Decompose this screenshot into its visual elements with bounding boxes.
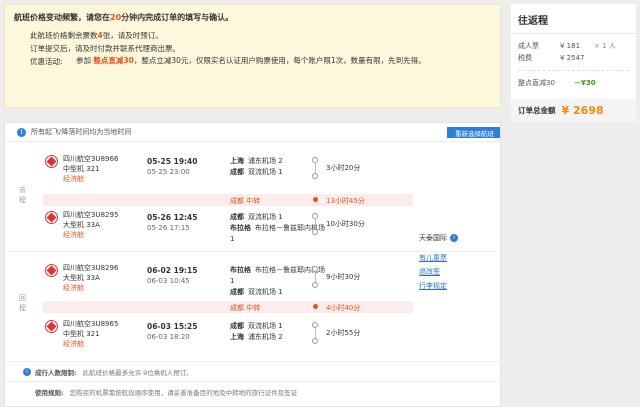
- transfer-dot-icon: [313, 197, 318, 202]
- payment-line: 订单提交后，请及时付款并联系代理商出票。: [30, 44, 180, 53]
- airline-flight-no: 四川航空3U8295: [63, 211, 119, 219]
- airline-flight-no: 四川航空3U8965: [63, 320, 119, 328]
- return-label: 回程: [19, 294, 26, 312]
- departure-time: 06-02 19:15: [147, 266, 198, 275]
- sichuan-airlines-logo-icon: [45, 155, 58, 168]
- info-icon: i: [23, 367, 31, 376]
- promo-highlight: 整点直减30: [93, 56, 134, 65]
- tax-row: 税费 ¥ 2547: [518, 54, 585, 62]
- route-icon: [312, 266, 318, 288]
- cabin-class: 经济舱: [63, 231, 84, 239]
- departure-time: 05-25 19:40: [147, 157, 198, 166]
- departure-time: 05-26 12:45: [147, 213, 198, 222]
- flight-segment: 四川航空3U8295 大型机 33A 经济舱 05-26 12:45 05-26…: [43, 206, 403, 244]
- summary-title: 往返程: [511, 4, 636, 34]
- notice-heading: 航班价格变动频繁，请您在20分钟内完成订单的填写与确认。: [14, 13, 234, 22]
- summary-divider: [518, 70, 629, 71]
- order-summary: 往返程 成人票 ¥ 181 × 1 人 税费 ¥ 2547 整点直减30 －¥3…: [511, 4, 636, 122]
- airline-flight-no: 四川航空3U8296: [63, 264, 119, 272]
- cabin-class: 经济舱: [63, 284, 84, 292]
- agent-info-icon[interactable]: i: [450, 234, 458, 242]
- agent-links: 天泰国际 i 有儿童票 退改签 行李规定: [419, 233, 458, 293]
- flight-duration: 10小时30分: [326, 220, 365, 228]
- remaining-tickets-line: 此航班价格剩余票数 4 张，请及时预订。: [30, 31, 163, 40]
- passenger-limit-row: i 成行人数限制: 此航班价格最多允许 9位乘机人预订。: [5, 361, 502, 381]
- transfer-dot-icon: [313, 304, 318, 309]
- sichuan-airlines-logo-icon: [45, 264, 58, 277]
- transfer-row: 成都 中转 4小时40分: [43, 301, 413, 313]
- arrival-time: 05-26 17:15: [147, 224, 190, 232]
- arrival-airport: 成都 双流机场 1: [230, 288, 283, 296]
- route-icon: [312, 157, 318, 179]
- route-icon: [312, 322, 318, 344]
- sichuan-airlines-logo-icon: [45, 320, 58, 333]
- cabin-class: 经济舱: [63, 175, 84, 183]
- transfer-city: 成都 中转: [230, 304, 261, 312]
- route-icon: [312, 213, 318, 235]
- timezone-note: ! 所有起飞/降落时间均为当地时间: [5, 123, 500, 142]
- airline-flight-no: 四川航空3U8966: [63, 155, 119, 163]
- transfer-city: 成都 中转: [230, 197, 261, 205]
- aircraft-type: 大型机 33A: [63, 221, 100, 229]
- aircraft-type: 中型机 321: [63, 330, 100, 338]
- baggage-rules-link[interactable]: 行李规定: [419, 279, 458, 293]
- total-amount: ¥ 2698: [561, 104, 604, 117]
- order-total: 订单总金额 ¥ 2698: [511, 99, 636, 122]
- flight-segment: 四川航空3U8965 中型机 321 经济舱 06-03 15:25 06-03…: [43, 315, 403, 353]
- booking-rules: i 成行人数限制: 此航班价格最多允许 9位乘机人预订。 使用规则: 您购买的机…: [5, 361, 502, 401]
- transfer-row: 成都 中转 13小时45分: [43, 194, 413, 206]
- usage-rules-row: 使用规则: 您购买的机票需按航段顺序使用，请妥善准备目的地及中转地的旅行证件及签…: [5, 381, 502, 401]
- flight-details-panel: ! 所有起飞/降落时间均为当地时间 重新选择航班 去程 回程 四川航空3U896…: [4, 122, 502, 407]
- child-ticket-link[interactable]: 有儿童票: [419, 251, 458, 265]
- departure-time: 06-03 15:25: [147, 322, 198, 331]
- transfer-time: 13小时45分: [326, 197, 365, 205]
- flight-duration: 9小时30分: [326, 273, 361, 281]
- promo-line: 优惠活动: 参加 整点直减30，整点立减30元，仅限实名认证用户购票使用，每个账…: [30, 56, 426, 66]
- agent-brand: 天泰国际 i: [419, 233, 458, 243]
- adult-fare-row: 成人票 ¥ 181 × 1 人: [518, 42, 616, 50]
- arrival-time: 05-25 23:00: [147, 168, 190, 176]
- info-icon: !: [17, 127, 26, 137]
- promo-row: 整点直减30 －¥30: [518, 79, 596, 87]
- rechoose-flight-button[interactable]: 重新选择航班: [447, 127, 500, 138]
- arrival-time: 06-03 10:45: [147, 277, 190, 285]
- flight-segment: 四川航空3U8296 大型机 33A 经济舱 06-02 19:15 06-03…: [43, 259, 403, 297]
- outbound-label: 去程: [19, 186, 26, 204]
- aircraft-type: 大型机 33A: [63, 274, 100, 282]
- cabin-class: 经济舱: [63, 340, 84, 348]
- price-notice: 航班价格变动频繁，请您在20分钟内完成订单的填写与确认。 此航班价格剩余票数 4 张…: [4, 4, 501, 108]
- flight-segment: 四川航空3U8966 中型机 321 经济舱 05-25 19:40 05-25…: [43, 150, 403, 188]
- arrival-time: 06-03 18:20: [147, 333, 190, 341]
- flight-duration: 2小时55分: [326, 329, 361, 337]
- transfer-time: 4小时40分: [326, 304, 361, 312]
- refund-change-link[interactable]: 退改签: [419, 265, 458, 279]
- flight-duration: 3小时20分: [326, 164, 361, 172]
- sichuan-airlines-logo-icon: [45, 211, 58, 224]
- aircraft-type: 中型机 321: [63, 165, 100, 173]
